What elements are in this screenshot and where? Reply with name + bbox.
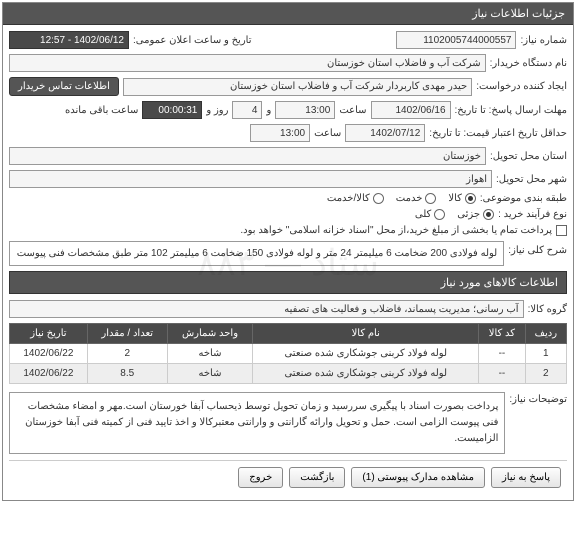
radio-icon xyxy=(483,209,494,220)
field-description: لوله فولادی 200 ضخامت 6 میلیمتر 24 متر و… xyxy=(9,241,504,266)
radio-icon xyxy=(425,193,436,204)
label-group: گروه کالا: xyxy=(528,304,567,315)
attachments-button[interactable]: مشاهده مدارک پیوستی (1) xyxy=(351,467,485,488)
radio-both[interactable]: کالا/خدمت xyxy=(327,193,384,204)
label-buyer: نام دستگاه خریدار: xyxy=(490,58,567,69)
label-validity: حداقل تاریخ اعتبار قیمت: تا تاریخ: xyxy=(429,128,567,139)
label-notes: توضیحات نیاز: xyxy=(509,390,567,405)
cell-name: لوله فولاد کربنی جوشکاری شده صنعتی xyxy=(253,364,479,384)
label-days: روز و xyxy=(206,105,228,116)
footer-buttons: پاسخ به نیاز مشاهده مدارک پیوستی (1) باز… xyxy=(9,460,567,494)
label-need-no: شماره نیاز: xyxy=(520,35,567,46)
cell-unit: شاخه xyxy=(167,344,253,364)
label-requester: ایجاد کننده درخواست: xyxy=(476,81,567,92)
cell-code: -- xyxy=(479,364,525,384)
radio-goods-label: کالا xyxy=(448,193,462,204)
field-deadline-date: 1402/06/16 xyxy=(371,101,451,119)
payment-checkbox[interactable] xyxy=(556,225,567,236)
radio-icon xyxy=(465,193,476,204)
cell-unit: شاخه xyxy=(167,364,253,384)
cell-code: -- xyxy=(479,344,525,364)
label-hour-2: ساعت xyxy=(314,128,341,139)
label-remaining: ساعت باقی مانده xyxy=(65,105,138,116)
label-classification: طبقه بندی موضوعی: xyxy=(480,193,567,204)
radio-service[interactable]: خدمت xyxy=(396,193,437,204)
field-validity-time: 13:00 xyxy=(250,124,310,142)
radio-partial-label: جزئی xyxy=(457,209,480,220)
radio-goods[interactable]: کالا xyxy=(448,193,476,204)
cell-qty: 2 xyxy=(87,344,167,364)
process-type-group: جزئی کلی xyxy=(415,209,494,220)
cell-row: 1 xyxy=(525,344,566,364)
table-row: 1 -- لوله فولاد کربنی جوشکاری شده صنعتی … xyxy=(10,344,567,364)
table-row: 2 -- لوله فولاد کربنی جوشکاری شده صنعتی … xyxy=(10,364,567,384)
radio-total-label: کلی xyxy=(415,209,431,220)
field-deadline-time: 13:00 xyxy=(275,101,335,119)
items-section-header: اطلاعات کالاهای مورد نیاز xyxy=(9,271,567,294)
radio-partial[interactable]: جزئی xyxy=(457,209,494,220)
field-buyer: شرکت آب و فاضلاب استان خوزستان xyxy=(9,54,486,72)
field-time-left: 00:00:31 xyxy=(142,101,202,119)
cell-date: 1402/06/22 xyxy=(10,364,88,384)
label-announce-date: تاریخ و ساعت اعلان عمومی: xyxy=(133,35,252,46)
field-need-no: 1102005744000557 xyxy=(396,31,516,49)
th-date: تاریخ نیاز xyxy=(10,324,88,344)
radio-icon xyxy=(434,209,445,220)
contact-badge[interactable]: اطلاعات تماس خریدار xyxy=(9,77,119,96)
cell-date: 1402/06/22 xyxy=(10,344,88,364)
radio-both-label: کالا/خدمت xyxy=(327,193,370,204)
panel-title: جزئیات اطلاعات نیاز xyxy=(3,3,573,25)
label-deadline: مهلت ارسال پاسخ: تا تاریخ: xyxy=(455,105,567,116)
cell-name: لوله فولاد کربنی جوشکاری شده صنعتی xyxy=(253,344,479,364)
field-province: خوزستان xyxy=(9,147,486,165)
field-group: آب رسانی؛ مدیریت پسماند، فاضلاب و فعالیت… xyxy=(9,300,524,318)
payment-note: پرداخت تمام یا بخشی از مبلغ خرید،از محل … xyxy=(240,225,552,236)
label-hour-1: ساعت xyxy=(339,105,366,116)
cell-row: 2 xyxy=(525,364,566,384)
label-description: شرح کلی نیاز: xyxy=(508,241,567,256)
back-button[interactable]: بازگشت xyxy=(289,467,345,488)
field-notes: پرداخت بصورت اسناد با پیگیری سررسید و زم… xyxy=(9,392,505,454)
th-name: نام کالا xyxy=(253,324,479,344)
th-qty: تعداد / مقدار xyxy=(87,324,167,344)
field-days-left: 4 xyxy=(232,101,262,119)
field-validity-date: 1402/07/12 xyxy=(345,124,425,142)
radio-icon xyxy=(373,193,384,204)
respond-button[interactable]: پاسخ به نیاز xyxy=(491,467,561,488)
th-row: ردیف xyxy=(525,324,566,344)
classification-group: کالا خدمت کالا/خدمت xyxy=(327,193,476,204)
field-requester: حیدر مهدی کاربردار شرکت آب و فاضلاب استا… xyxy=(123,78,472,96)
th-code: کد کالا xyxy=(479,324,525,344)
label-process-type: نوع فرآیند خرید : xyxy=(498,209,567,220)
radio-total[interactable]: کلی xyxy=(415,209,445,220)
label-and: و xyxy=(266,105,271,116)
th-unit: واحد شمارش xyxy=(167,324,253,344)
items-table: ردیف کد کالا نام کالا واحد شمارش تعداد /… xyxy=(9,323,567,384)
label-city: شهر محل تحویل: xyxy=(496,174,567,185)
exit-button[interactable]: خروج xyxy=(238,467,283,488)
label-province: استان محل تحویل: xyxy=(490,151,567,162)
field-city: اهواز xyxy=(9,170,492,188)
field-announce-date: 1402/06/12 - 12:57 xyxy=(9,31,129,49)
radio-service-label: خدمت xyxy=(396,193,423,204)
cell-qty: 8.5 xyxy=(87,364,167,384)
